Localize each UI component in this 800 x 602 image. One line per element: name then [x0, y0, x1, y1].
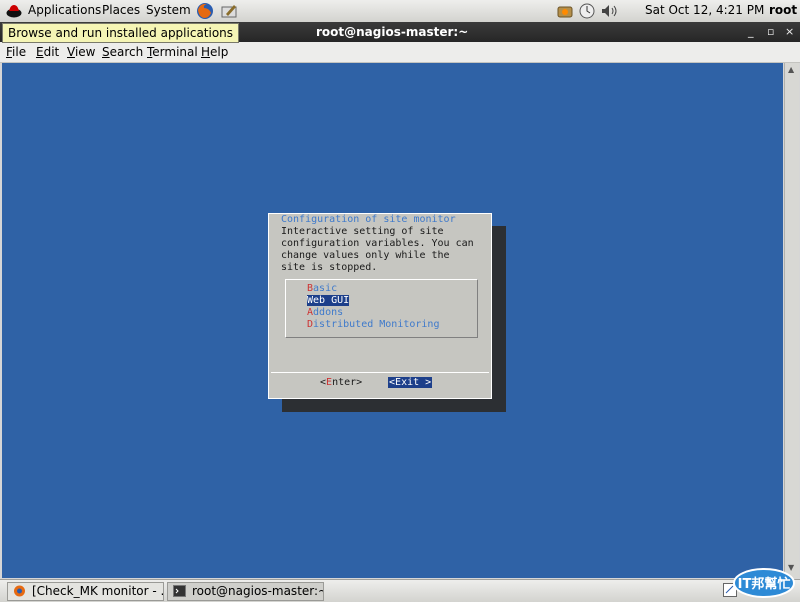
minimize-button[interactable]: _: [748, 25, 754, 38]
dialog-message: Interactive setting of site configuratio…: [281, 226, 474, 273]
enter-button[interactable]: <Enter>: [320, 377, 362, 388]
menu-edit[interactable]: Edit: [36, 45, 59, 59]
menu-terminal[interactable]: Terminal: [147, 45, 198, 59]
maximize-button[interactable]: ▫: [767, 25, 774, 38]
ithome-watermark-logo: IT邦幫忙: [733, 568, 795, 598]
menu-view[interactable]: View: [67, 45, 95, 59]
menu-file[interactable]: File: [6, 45, 26, 59]
site-config-dialog: Configuration of site monitor Interactiv…: [268, 213, 492, 399]
taskbar-item-terminal[interactable]: root@nagios-master:~: [167, 582, 324, 601]
text-editor-launcher-icon[interactable]: [220, 2, 238, 20]
close-button[interactable]: ×: [785, 25, 794, 38]
menubar: File Edit View Search Terminal Help: [0, 42, 800, 63]
window-title: root@nagios-master:~: [316, 25, 469, 39]
system-menu[interactable]: System: [146, 3, 191, 17]
user-name[interactable]: root: [769, 3, 797, 17]
menu-help[interactable]: Help: [201, 45, 228, 59]
dialog-separator: [271, 372, 489, 373]
taskbar-item-browser[interactable]: [Check_MK monitor - ...: [7, 582, 164, 601]
volume-icon[interactable]: [600, 2, 620, 20]
terminal-icon: [173, 585, 186, 597]
places-menu[interactable]: Places: [102, 3, 140, 17]
menu-search[interactable]: Search: [102, 45, 143, 59]
menu-option-addons[interactable]: Addons: [307, 307, 343, 318]
taskbar-item-label: root@nagios-master:~: [192, 584, 324, 598]
applications-menu[interactable]: Applications: [28, 3, 101, 17]
terminal-scrollbar[interactable]: ▲ ▼: [784, 63, 799, 578]
dialog-title: Configuration of site monitor: [281, 214, 456, 225]
scroll-up-arrow-icon[interactable]: ▲: [788, 65, 794, 74]
updates-notifier-icon[interactable]: [556, 2, 574, 20]
power-status-icon[interactable]: [578, 2, 596, 20]
watermark-text: IT邦幫忙: [738, 576, 791, 592]
firefox-launcher-icon[interactable]: [196, 2, 214, 20]
exit-button[interactable]: <Exit >: [388, 377, 433, 388]
menu-option-distributed-monitoring[interactable]: Distributed Monitoring: [307, 319, 439, 330]
menu-option-web-gui[interactable]: Web GUI: [307, 295, 350, 306]
dialog-menu: Basic Web GUI Addons Distributed Monitor…: [285, 279, 478, 338]
menu-option-basic[interactable]: Basic: [307, 283, 337, 294]
clock[interactable]: Sat Oct 12, 4:21 PM: [645, 3, 764, 17]
taskbar-item-label: [Check_MK monitor - ...: [32, 584, 164, 598]
taskbar: [Check_MK monitor - ... root@nagios-mast…: [0, 579, 800, 602]
top-panel: Applications Places System Sat Oct 12, 4…: [0, 0, 800, 23]
redhat-logo-icon[interactable]: [6, 3, 22, 19]
firefox-icon: [14, 585, 25, 597]
tooltip: Browse and run installed applications: [2, 23, 240, 43]
